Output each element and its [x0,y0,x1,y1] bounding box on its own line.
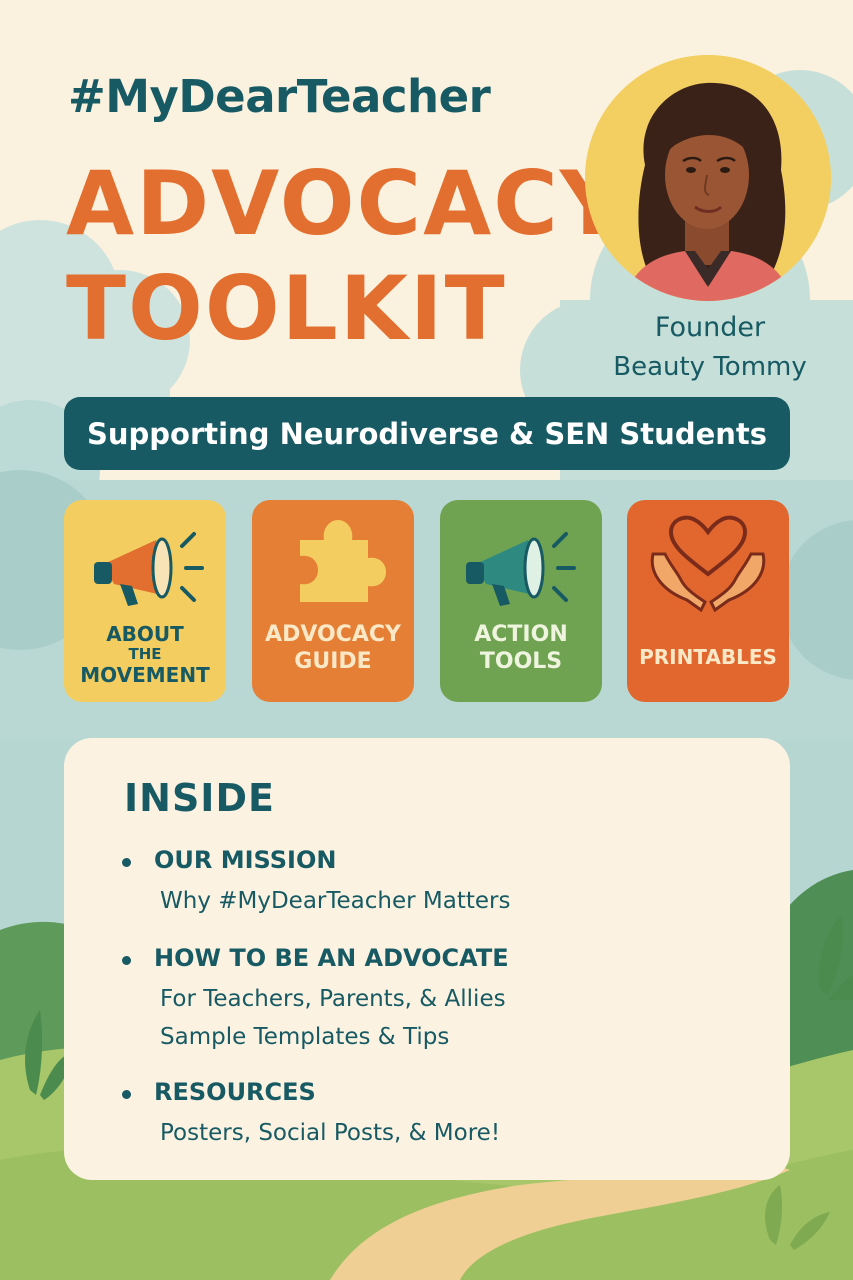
founder-portrait [585,55,831,301]
inside-title: INSIDE [124,776,275,820]
item-heading: RESOURCES [154,1078,316,1106]
title-line-advocacy: ADVOCACY [66,152,626,255]
item-line: Sample Templates & Tips [160,1024,450,1050]
subtitle-text: Supporting Neurodiverse & SEN Students [86,416,768,451]
heart-in-hands-icon [650,515,766,613]
title-line-toolkit: TOOLKIT [66,257,507,360]
bullet-icon [122,1090,131,1099]
megaphone-icon [94,532,204,606]
bullet-icon [122,858,131,867]
subtitle-banner: Supporting Neurodiverse & SEN Students [64,397,790,470]
founder-name: Beauty Tommy [613,352,807,382]
item-line: For Teachers, Parents, & Allies [160,986,506,1012]
hashtag-heading: #MyDearTeacher [68,70,491,123]
founder-role: Founder [654,312,766,343]
card-label: ABOUT THE MOVEMENT [80,622,210,687]
item-heading: HOW TO BE AN ADVOCATE [154,944,509,972]
card-label: ADVOCACY GUIDE [265,622,401,674]
card-label: ACTION TOOLS [474,622,568,674]
puzzle-piece-icon [300,520,386,602]
item-heading: OUR MISSION [154,846,337,874]
bullet-icon [122,956,131,965]
card-label: PRINTABLES [639,645,777,669]
item-line: Posters, Social Posts, & More! [160,1120,501,1146]
card-about-the-movement[interactable]: ABOUT THE MOVEMENT [64,500,226,702]
inside-panel: INSIDE OUR MISSION Why #MyDearTeacher Ma… [64,738,790,1180]
card-action-tools[interactable]: ACTION TOOLS [440,500,602,702]
card-advocacy-guide[interactable]: ADVOCACY GUIDE [252,500,414,702]
megaphone-icon [466,532,576,606]
item-line: Why #MyDearTeacher Matters [160,888,511,914]
card-printables[interactable]: PRINTABLES [627,500,789,702]
